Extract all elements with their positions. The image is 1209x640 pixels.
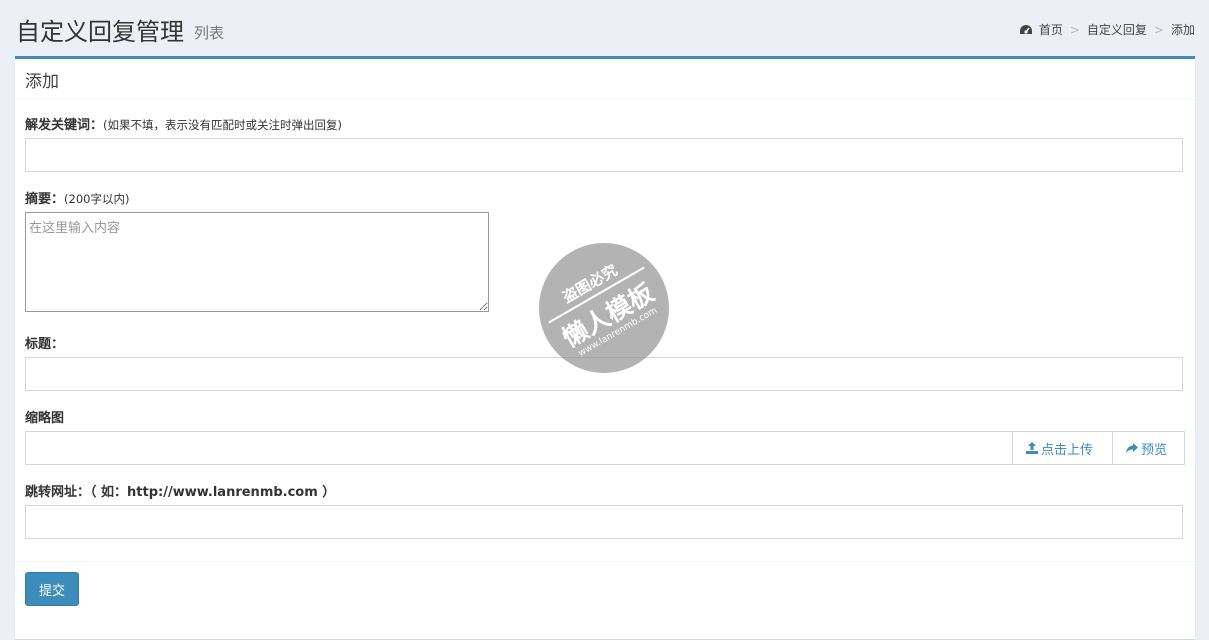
thumbnail-input[interactable] [25,431,1013,465]
box-footer: 提交 [15,561,1195,640]
thumbnail-input-group: 点击上传 预览 [25,431,1185,465]
breadcrumb-current: 添加 [1170,23,1195,37]
upload-icon [1026,442,1038,454]
watermark-seal: 盗图必究 懒人模板 www.lanrenmb.com [539,243,669,373]
redirect-url-input[interactable] [25,505,1183,539]
preview-button[interactable]: 预览 [1113,431,1185,465]
page-header: 自定义回复管理 列表 首页 > 自定义回复 > 添加 [0,0,1209,56]
keyword-hint: (如果不填，表示没有匹配时或关注时弹出回复) [103,118,342,132]
page-title: 自定义回复管理 [16,18,184,46]
dashboard-icon [1019,24,1032,34]
redirect-label: 跳转网址：（ 如：http://www.lanrenmb.com ） [25,485,336,500]
submit-button[interactable]: 提交 [25,572,79,606]
box-header: 添加 [15,59,1195,100]
keyword-label-text: 解发关键词： [25,118,104,133]
breadcrumb: 首页 > 自定义回复 > 添加 [1019,21,1195,38]
keyword-label: 解发关键词：(如果不填，表示没有匹配时或关注时弹出回复) [25,114,342,133]
breadcrumb-separator: > [1069,22,1080,37]
preview-label: 预览 [1141,442,1168,458]
breadcrumb-custom-reply[interactable]: 自定义回复 [1087,21,1147,38]
share-arrow-icon [1126,443,1138,453]
summary-textarea[interactable] [25,212,489,312]
page-subtitle: 列表 [194,24,225,42]
upload-button[interactable]: 点击上传 [1013,431,1113,465]
summary-hint: (200字以内) [64,192,130,206]
box-title: 添加 [25,71,59,92]
title-label: 标题： [25,337,65,352]
summary-label: 摘要：(200字以内) [25,188,129,207]
keyword-input[interactable] [25,138,1183,172]
breadcrumb-home[interactable]: 首页 [1039,21,1063,38]
thumbnail-label: 缩略图 [25,411,65,426]
summary-label-text: 摘要： [25,192,65,207]
breadcrumb-separator: > [1153,22,1164,37]
upload-label: 点击上传 [1041,442,1094,458]
